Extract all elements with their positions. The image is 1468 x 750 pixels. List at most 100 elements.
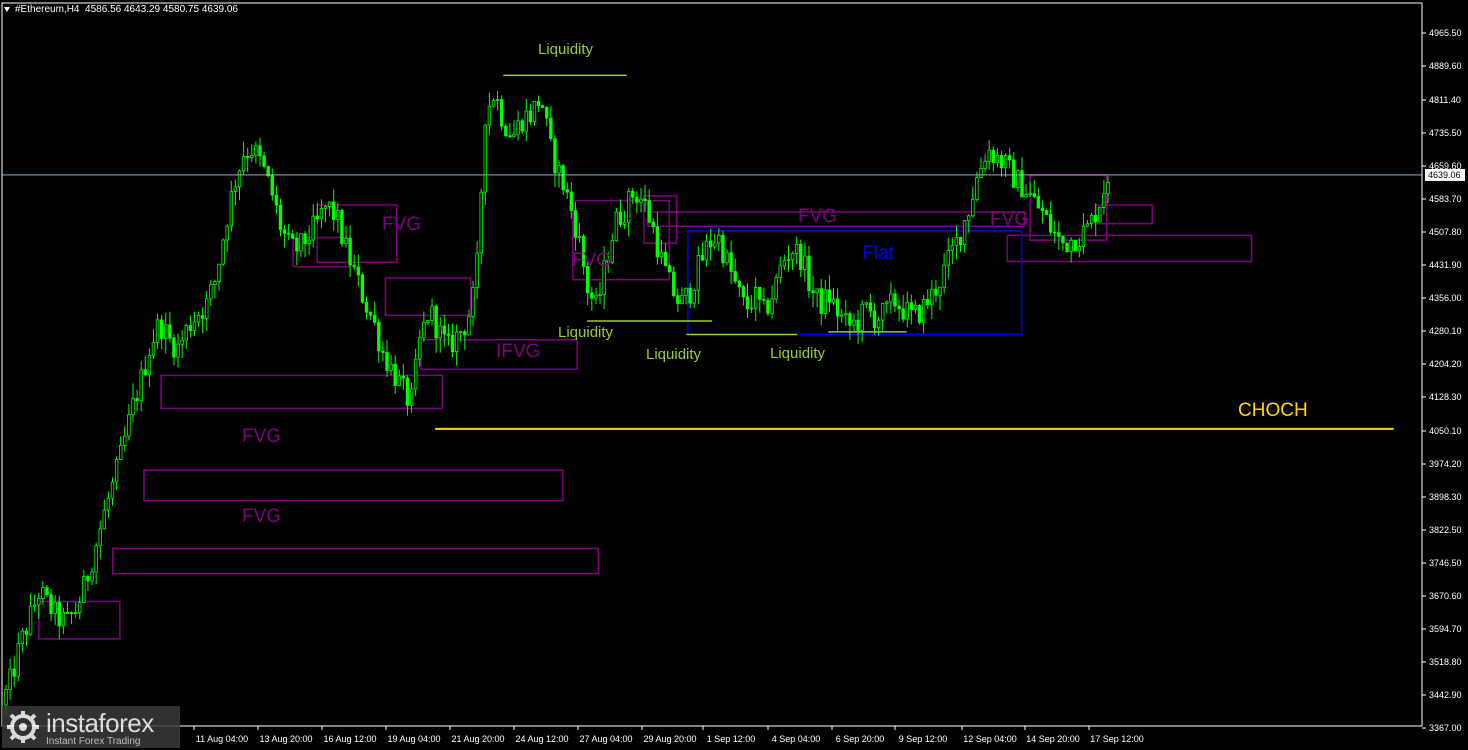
- candle-body: [643, 198, 647, 201]
- candle-body: [557, 165, 561, 174]
- candle-body: [872, 310, 877, 329]
- candle-body: [233, 186, 238, 192]
- candle-body: [1089, 214, 1094, 225]
- candle-body: [16, 643, 20, 677]
- candle-body: [930, 288, 934, 306]
- candle-body: [372, 314, 377, 323]
- candle-body: [323, 206, 328, 209]
- candle-body: [508, 135, 512, 138]
- x-tick-label: 21 Aug 20:00: [451, 734, 504, 744]
- y-tick-label: 4889.60: [1429, 61, 1462, 71]
- candle-body: [291, 233, 295, 239]
- candle-body: [196, 315, 201, 323]
- candle-body: [422, 322, 426, 339]
- candle-body: [962, 220, 967, 246]
- candle-body: [1044, 210, 1049, 215]
- x-tick-label: 19 Aug 04:00: [387, 734, 440, 744]
- candle-body: [1073, 239, 1077, 252]
- candle-body: [426, 320, 430, 323]
- candle-body: [672, 271, 676, 297]
- x-tick-label: 9 Sep 12:00: [899, 734, 948, 744]
- candle-body: [815, 288, 819, 294]
- candle-body: [708, 240, 713, 248]
- candle-body: [762, 298, 766, 301]
- candle-body: [475, 252, 479, 288]
- candle-body: [1024, 194, 1028, 198]
- candle-body: [827, 289, 832, 303]
- candle-body: [713, 242, 717, 248]
- plot-frame: [1, 2, 1423, 727]
- candle-body: [987, 149, 991, 162]
- candle-body: [200, 315, 205, 319]
- candle-body: [311, 215, 315, 241]
- y-tick-label: 4965.50: [1429, 28, 1462, 38]
- candle-body: [352, 264, 356, 268]
- candle-body: [774, 276, 778, 300]
- candle-body: [184, 325, 188, 341]
- candle-body: [610, 240, 615, 263]
- candle-body: [856, 319, 860, 331]
- candle-body: [667, 265, 672, 273]
- candle-body: [622, 221, 627, 225]
- candle-body: [958, 236, 963, 246]
- candle-body: [246, 156, 250, 158]
- candle-body: [590, 292, 594, 299]
- candle-body: [954, 236, 959, 247]
- candle-body: [889, 293, 893, 303]
- candle-body: [635, 196, 639, 203]
- candle-body: [131, 398, 135, 415]
- candle-body: [418, 337, 422, 360]
- candle-body: [1012, 159, 1016, 188]
- candle-body: [159, 319, 164, 339]
- y-tick-label: 3974.20: [1429, 459, 1462, 469]
- fvg-label: FVG: [242, 506, 281, 527]
- liquidity-label: Liquidity: [646, 346, 702, 363]
- candle-body: [188, 325, 193, 332]
- candle-body: [1007, 155, 1012, 161]
- candle-body: [1032, 193, 1036, 197]
- candle-body: [528, 110, 533, 123]
- candle-body: [524, 110, 528, 132]
- candle-body: [811, 290, 815, 294]
- candle-body: [823, 289, 828, 314]
- y-tick-label: 3746.50: [1429, 558, 1462, 568]
- candle-body: [655, 226, 660, 258]
- candle-body: [303, 233, 307, 244]
- candle-body: [553, 138, 557, 174]
- candle-body: [139, 369, 143, 402]
- candle-body: [82, 576, 86, 604]
- candle-body: [766, 299, 770, 314]
- candle-body: [127, 414, 131, 437]
- candle-body: [381, 350, 385, 353]
- candle-body: [999, 155, 1004, 169]
- candle-body: [86, 576, 90, 582]
- candle-body: [885, 301, 889, 305]
- x-tick-label: 11 Aug 04:00: [196, 734, 248, 744]
- ifvg-label: IFVG: [496, 341, 540, 362]
- candle-body: [876, 319, 881, 329]
- candle-body: [250, 154, 254, 158]
- candle-body: [143, 369, 147, 376]
- candle-body: [102, 509, 107, 530]
- candle-body: [717, 234, 721, 244]
- candle-body: [405, 377, 410, 406]
- candle-body: [1102, 193, 1106, 208]
- y-tick-label: 3898.30: [1429, 492, 1462, 502]
- candle-body: [262, 155, 266, 167]
- candle-body: [155, 319, 160, 343]
- fvg-label: FVG: [572, 250, 611, 271]
- candle-body: [73, 612, 78, 615]
- candle-body: [782, 260, 787, 267]
- candle-body: [32, 604, 37, 607]
- candle-body: [909, 302, 914, 310]
- choch-label: CHOCH: [1238, 400, 1308, 421]
- candle-body: [1094, 214, 1098, 223]
- dropdown-icon[interactable]: [4, 6, 10, 12]
- candle-body: [569, 191, 574, 211]
- candle-body: [745, 296, 750, 310]
- candle-body: [286, 232, 291, 235]
- candle-body: [94, 545, 98, 573]
- candle-body: [299, 233, 303, 252]
- x-tick-label: 24 Aug 12:00: [515, 734, 568, 744]
- candle-body: [53, 601, 57, 614]
